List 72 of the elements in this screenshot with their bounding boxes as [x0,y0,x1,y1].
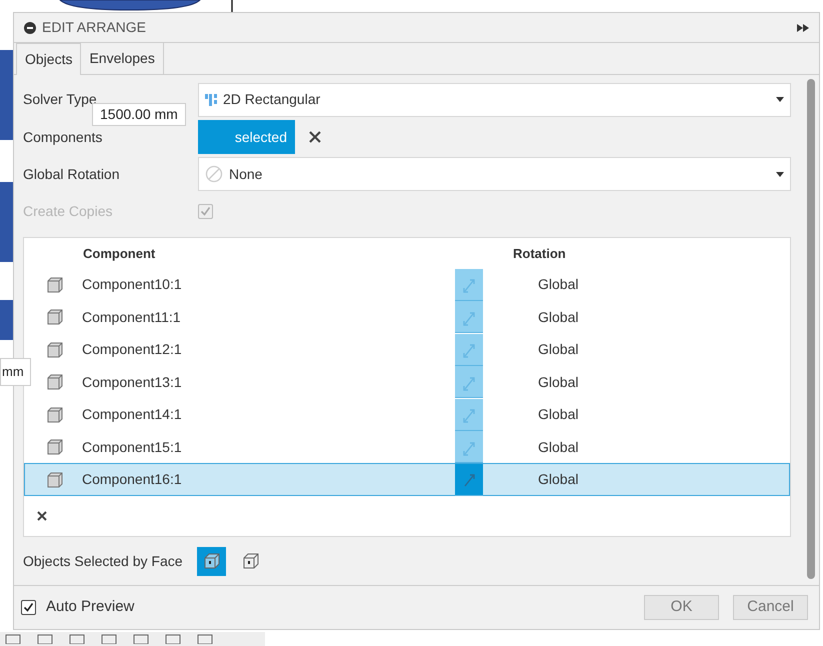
field-label: Objects Selected by Face [23,552,184,571]
component-name: Component13:1 [82,372,183,392]
component-icon [46,470,64,489]
table-row[interactable]: Component16:1 Global [24,463,790,496]
toolbar-icon[interactable] [164,632,182,644]
rotation-cell[interactable] [455,431,483,464]
solver-icon [205,94,217,106]
component-icon [46,276,64,294]
rotation-value: Global [538,470,578,490]
face-cube-icon [240,551,260,572]
toolbar-icon[interactable] [36,632,54,644]
dropdown-caret-icon [776,172,784,177]
dialog-title: EDIT ARRANGE [42,18,147,37]
clear-selection-icon[interactable] [309,131,321,144]
component-name: Component14:1 [82,405,183,424]
component-icon [46,308,64,326]
toolbar-icon[interactable] [132,632,150,644]
rotation-value: Global [538,308,578,327]
tab[interactable]: Objects [16,43,82,75]
column-header: Rotation [513,244,566,263]
rotation-cell[interactable] [455,301,483,334]
field-label: Global Rotation [23,164,121,184]
table-row[interactable]: Component11:1 Global [24,300,790,334]
tooltip: mm [0,358,31,386]
rotation-cell[interactable] [455,268,483,301]
dropdown-caret-icon [776,97,784,102]
component-name: Component12:1 [82,340,183,360]
component-name: Component11:1 [82,308,182,327]
table-row[interactable]: Component10:1 Global [24,268,790,301]
rotation-value: Global [538,340,578,360]
expand-icon[interactable] [797,24,809,32]
checkbox[interactable] [21,600,36,615]
toolbar-icon[interactable] [196,632,214,644]
dropdown[interactable]: 2D Rectangular [198,82,791,117]
component-icon [46,340,64,359]
toolbar-icon[interactable] [100,632,118,644]
scrollbar[interactable] [807,79,815,579]
rotation-cell[interactable] [455,464,483,496]
collapse-icon[interactable] [24,22,36,34]
rotation-cell[interactable] [455,366,483,398]
dropdown-value: 2D Rectangular [223,90,322,110]
column-header: Component [83,244,156,263]
toolbar-icon[interactable] [4,632,22,644]
field-label: Components [23,128,104,147]
remove-icon[interactable] [37,511,47,522]
model-part-drawing [0,300,14,340]
rotation-value: Global [538,372,578,392]
field-label: Create Copies [23,202,114,222]
component-name: Component15:1 [82,438,183,457]
component-icon [46,406,64,424]
tooltip: 1500.00 mm [92,103,186,126]
model-edge-line [231,0,233,12]
dropdown[interactable]: None [198,157,791,192]
table-row[interactable]: Component15:1 Global [24,430,790,464]
rotation-value: Global [538,275,578,294]
component-icon [46,438,64,456]
rotation-value: Global [538,438,578,457]
rotation-cell[interactable] [455,334,483,366]
auto-preview-label: Auto Preview [46,597,136,618]
table-row[interactable]: Component14:1 Global [24,398,790,431]
face-cube-icon [202,551,222,572]
dialog-button[interactable]: Cancel [733,595,808,620]
toolbar-icon[interactable] [68,632,86,644]
component-name: Component10:1 [82,275,183,294]
component-icon [46,373,64,392]
component-name: Component16:1 [82,470,183,490]
rotation-value: Global [538,405,578,424]
none-icon [205,165,223,184]
face-mode-button[interactable] [197,546,226,576]
dropdown-value: None [229,164,264,184]
dialog-button[interactable]: OK [644,595,719,620]
rotation-cell[interactable] [455,398,483,431]
